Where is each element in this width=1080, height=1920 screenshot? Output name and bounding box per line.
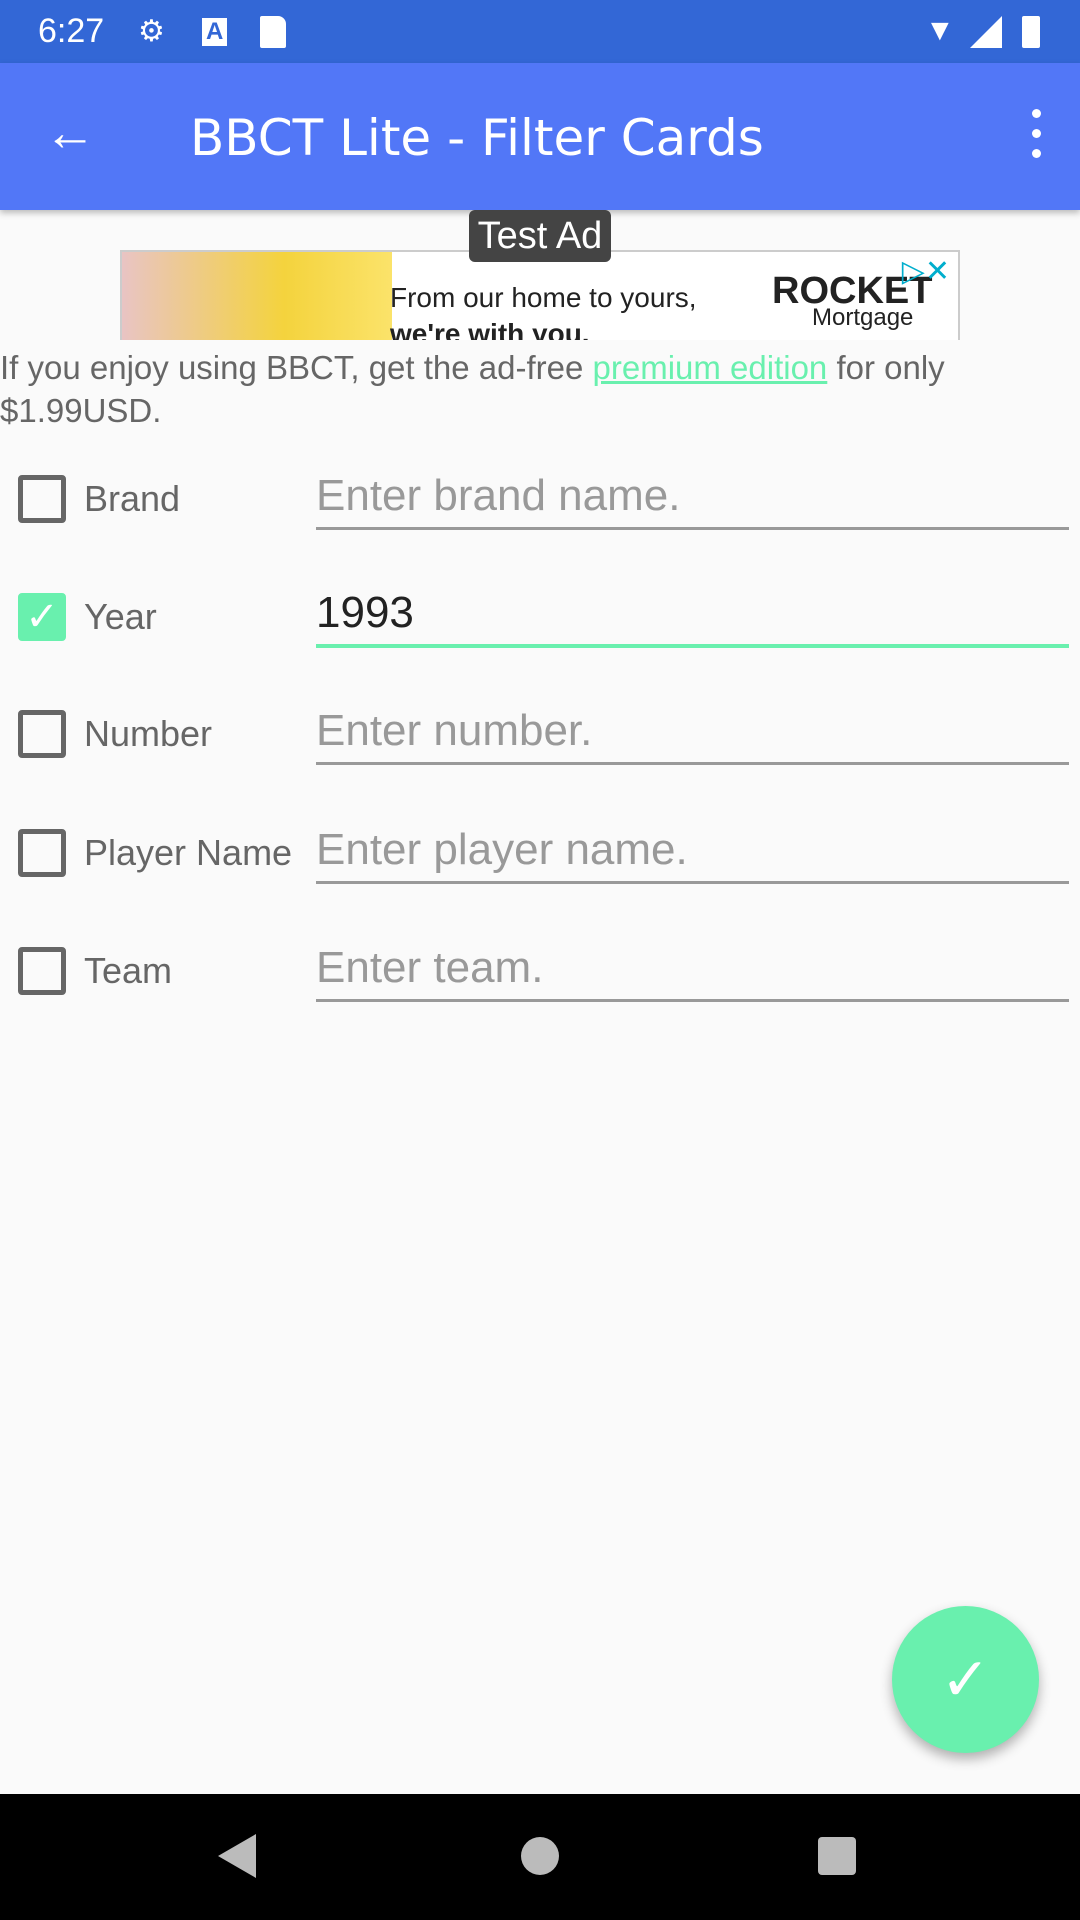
navigation-bar	[0, 1794, 1080, 1920]
brand-input[interactable]	[316, 464, 1069, 530]
player-name-checkbox[interactable]	[18, 829, 66, 877]
year-input[interactable]	[316, 582, 1069, 648]
number-label: Number	[84, 713, 213, 754]
signal-icon	[970, 16, 1002, 48]
check-icon: ✓	[25, 595, 59, 639]
filter-row-number: Number	[0, 677, 1080, 787]
filter-row-team: Team	[0, 914, 1080, 1024]
filter-row-player-name: Player Name	[0, 796, 1080, 906]
ad-banner[interactable]: From our home to yours, we're with you. …	[120, 250, 960, 340]
team-label: Team	[84, 950, 173, 991]
sd-card-icon	[260, 16, 286, 48]
brand-checkbox[interactable]	[18, 475, 66, 523]
team-input[interactable]	[316, 936, 1069, 1002]
test-ad-label: Test Ad	[469, 210, 611, 262]
wifi-icon: ▼	[925, 14, 955, 47]
arrow-back-icon[interactable]: ←	[44, 103, 96, 163]
status-bar: 6:27 ⚙ A ▼	[0, 0, 1080, 63]
ad-headline-2: we're with you.	[390, 318, 590, 340]
premium-edition-link[interactable]: premium edition	[593, 349, 828, 386]
player-name-input[interactable]	[316, 818, 1069, 884]
year-label: Year	[84, 596, 157, 637]
clock: 6:27	[38, 12, 105, 50]
gear-icon: ⚙	[138, 15, 165, 48]
home-nav-icon[interactable]	[521, 1837, 559, 1875]
check-icon: ✓	[940, 1646, 991, 1713]
filter-row-year: ✓ Year	[0, 560, 1080, 670]
a-icon: A	[202, 18, 228, 46]
promo-text: If you enjoy using BBCT, get the ad-free…	[0, 346, 1080, 432]
number-checkbox[interactable]	[18, 710, 66, 758]
ad-brand-sub: Mortgage	[812, 304, 914, 331]
team-checkbox[interactable]	[18, 947, 66, 995]
brand-label: Brand	[84, 478, 181, 519]
recents-nav-icon[interactable]	[818, 1837, 856, 1875]
promo-before: If you enjoy using BBCT, get the ad-free	[0, 349, 593, 386]
ad-image	[122, 252, 392, 340]
ad-headline: From our home to yours,	[390, 282, 697, 313]
back-nav-icon[interactable]	[218, 1834, 256, 1878]
filter-row-brand: Brand	[0, 442, 1080, 552]
player-name-label: Player Name	[84, 832, 293, 873]
page-title: BBCT Lite - Filter Cards	[190, 109, 764, 167]
number-input[interactable]	[316, 699, 1069, 765]
ad-close-icon[interactable]: ▷✕	[902, 254, 950, 289]
app-bar: ← BBCT Lite - Filter Cards	[0, 63, 1080, 210]
year-checkbox[interactable]: ✓	[18, 593, 66, 641]
apply-filter-button[interactable]: ✓	[892, 1606, 1039, 1753]
more-vert-icon[interactable]	[1016, 103, 1056, 163]
battery-icon	[1022, 16, 1040, 48]
